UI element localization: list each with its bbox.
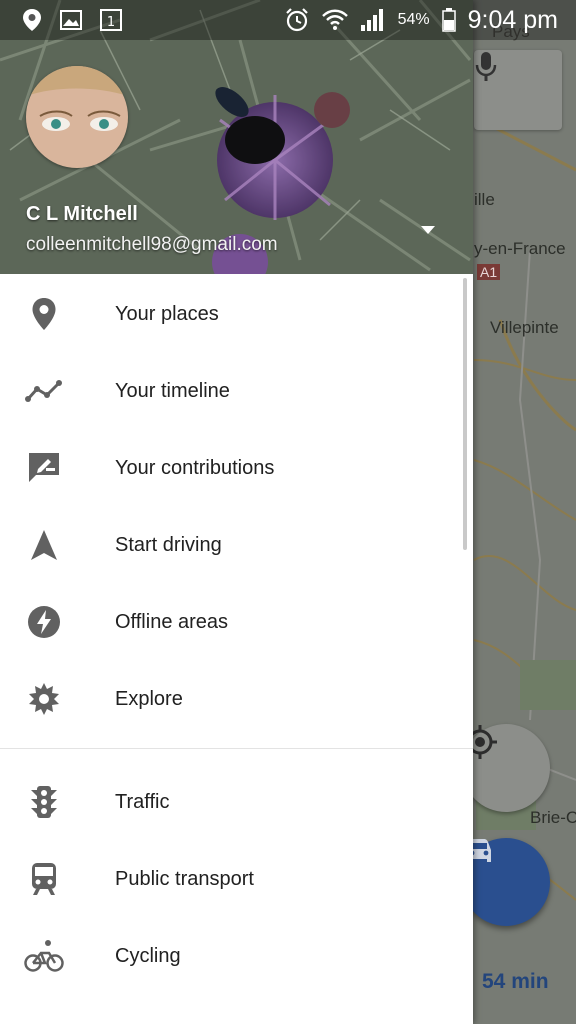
clock: 9:04 pm — [467, 5, 558, 34]
menu-item-offline-areas[interactable]: Offline areas — [0, 584, 473, 660]
explore-icon — [24, 681, 64, 717]
signal-icon — [360, 9, 383, 31]
timeline-icon — [24, 373, 64, 409]
account-header[interactable]: C L Mitchell colleenmitchell98@gmail.com — [0, 0, 473, 274]
map-label: y-en-France — [474, 239, 566, 258]
menu-item-your-timeline[interactable]: Your timeline — [0, 353, 473, 429]
navigation-drawer: C L Mitchell colleenmitchell98@gmail.com… — [0, 0, 473, 1024]
train-icon — [24, 861, 64, 897]
map-label: Villepinte — [490, 318, 559, 337]
account-name: C L Mitchell — [26, 203, 138, 225]
battery-percent: 54% — [397, 11, 430, 28]
menu-item-label: Start driving — [115, 533, 222, 556]
traffic-light-icon — [24, 784, 64, 820]
menu-item-label: Traffic — [115, 790, 170, 813]
menu-item-label: Offline areas — [115, 610, 229, 633]
map-label: Brie-C — [530, 808, 576, 827]
dropdown-arrow-icon[interactable] — [420, 224, 436, 236]
calendar-icon: 1 — [100, 9, 122, 31]
menu-item-cycling[interactable]: Cycling — [0, 918, 473, 994]
alarm-icon — [285, 8, 308, 32]
location-icon — [23, 9, 41, 31]
menu-item-label: Explore — [115, 687, 183, 710]
avatar-image — [26, 66, 128, 168]
menu-item-explore[interactable]: Explore — [0, 661, 473, 737]
microphone-icon — [475, 52, 497, 81]
place-pin-icon — [24, 296, 64, 332]
battery-icon — [441, 8, 456, 32]
status-bar: 1 54% 9:04 pm — [0, 0, 576, 40]
account-email: colleenmitchell98@gmail.com — [26, 234, 278, 255]
menu-item-start-driving[interactable]: Start driving — [0, 507, 473, 583]
my-location-button[interactable] — [462, 724, 550, 812]
svg-text:1: 1 — [107, 15, 115, 30]
drawer-scrollbar[interactable] — [463, 278, 467, 550]
menu-item-public-transport[interactable]: Public transport — [0, 841, 473, 917]
menu-item-your-places[interactable]: Your places — [0, 276, 473, 352]
menu-item-your-contributions[interactable]: Your contributions — [0, 430, 473, 506]
contributions-icon — [24, 450, 64, 486]
menu-item-label: Public transport — [115, 867, 254, 890]
menu-item-label: Cycling — [115, 944, 181, 967]
offline-bolt-icon — [24, 604, 64, 640]
eta-text: 54 min — [482, 970, 549, 993]
menu-divider — [0, 748, 473, 749]
voice-search-button[interactable] — [474, 50, 562, 130]
map-label: A1 — [477, 264, 501, 280]
wifi-icon — [321, 9, 348, 30]
directions-button[interactable] — [462, 838, 550, 926]
gallery-icon — [60, 10, 82, 30]
avatar[interactable] — [26, 66, 128, 168]
menu-item-label: Your contributions — [115, 456, 275, 479]
navigation-arrow-icon — [24, 527, 64, 563]
map-label: ille — [474, 190, 495, 209]
menu-item-traffic[interactable]: Traffic — [0, 764, 473, 840]
menu-item-label: Your places — [115, 302, 219, 325]
menu-item-label: Your timeline — [115, 379, 230, 402]
bicycle-icon — [24, 938, 64, 974]
